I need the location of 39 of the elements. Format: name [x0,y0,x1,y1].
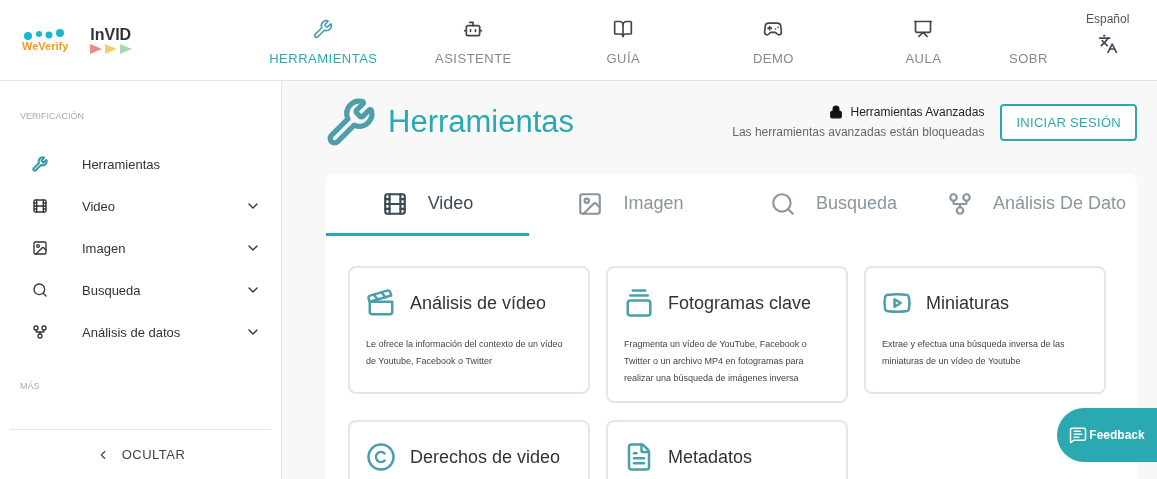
weverify-logo: WeVerify [22,28,69,52]
search-icon [769,190,796,217]
sidebar-item[interactable]: Herramientas [0,143,281,185]
tool-card[interactable]: Análisis de vídeo Le ofrece la información del contexto de un vídeo de Youtube, Facebook o Twitter [348,266,590,394]
translate-icon [1097,34,1118,54]
tool-card[interactable]: Fotogramas clave Fragmenta un vídeo de YouTube, Facebook o Twitter o un archivo MP4 en fotogramas para realizar una búsqueda de imágenes inversa [606,266,848,403]
gamepad-icon [763,19,784,39]
sidebar-item[interactable]: Análisis de datos [0,311,281,353]
tool-card[interactable]: Metadatos [606,420,848,479]
category-tab[interactable]: Video [326,174,529,236]
invid-logo: InVID [90,26,135,54]
sidebar-item[interactable]: Imagen [0,227,281,269]
copyright-icon [366,442,396,472]
nav-tab[interactable]: ASISTENTE [398,0,549,80]
wrench-icon [326,97,376,147]
sidebar-item[interactable]: Busqueda [0,269,281,311]
nav-tab[interactable]: AULA [848,0,999,80]
nav-tab[interactable]: GUÍA [548,0,699,80]
nodes-icon [946,190,973,217]
sidebar-item[interactable]: Video [0,185,281,227]
advanced-tools-label: Herramientas Avanzadas [850,105,985,119]
book-icon [613,19,634,39]
wrench-icon [313,19,334,39]
lock-icon [828,105,843,119]
hide-sidebar-button[interactable]: OCULTAR [10,429,271,479]
chat-icon [1069,426,1088,444]
tool-card[interactable]: Miniaturas Extrae y efectua una búsqueda inversa de las miniaturas de un vídeo de Youtube [864,266,1106,394]
teacher-board-icon [913,19,934,39]
tool-card[interactable]: Derechos de video [348,420,590,479]
advanced-tools-note: Las herramientas avanzadas están bloqueadas [732,125,985,139]
film-icon [381,190,408,217]
section-heading: VERIFICACIÓN [19,111,85,121]
section-heading: MÁS [19,381,41,391]
nav-tab[interactable]: DEMO [698,0,849,80]
robot-icon [463,19,484,39]
image-icon [577,190,604,217]
nav-tab[interactable]: SOBR [998,0,1059,80]
language-button[interactable]: Español [1058,0,1157,80]
page-title: Herramientas [388,104,575,140]
